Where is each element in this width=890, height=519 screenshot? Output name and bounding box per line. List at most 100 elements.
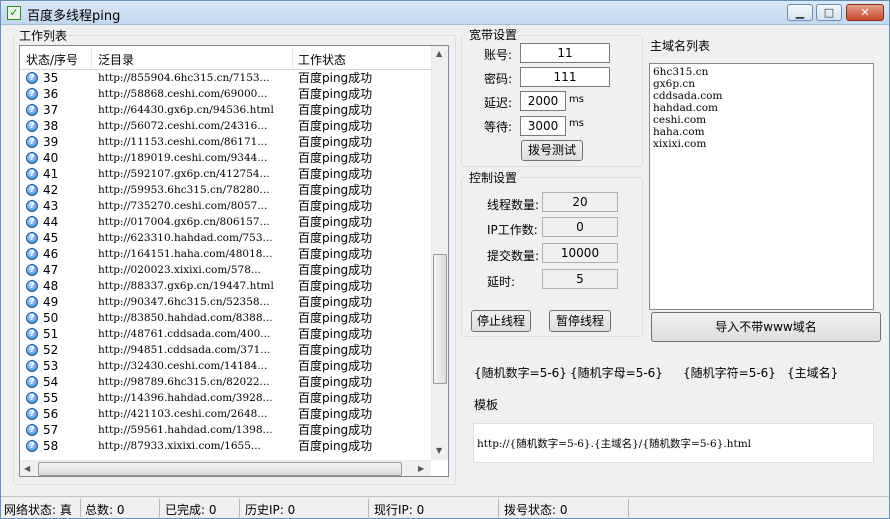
row-id: 57: [43, 423, 59, 437]
table-row[interactable]: ? 46 http://164151.haha.com/48018... 百度ping…: [20, 246, 431, 262]
domain-item: 6hc315.cn: [653, 66, 709, 78]
stop-threads-button[interactable]: 停止线程: [471, 310, 531, 332]
table-row[interactable]: ? 39 http://11153.ceshi.com/86171... 百度ping…: [20, 134, 431, 150]
row-status: 百度ping成功: [298, 295, 373, 309]
threads-field[interactable]: 20: [542, 192, 618, 212]
table-row[interactable]: ? 49 http://90347.6hc315.cn/52358... 百度ping…: [20, 294, 431, 310]
domain-item: gx6p.cn: [653, 78, 696, 90]
status-help-icon: ?: [26, 328, 38, 340]
scroll-down-icon[interactable]: ▼: [436, 446, 442, 455]
minimize-button[interactable]: ▁: [787, 4, 813, 21]
domain-list-textarea[interactable]: 6hc315.cn gx6p.cn cddsada.com hahdad.com…: [649, 63, 874, 310]
table-row[interactable]: ? 38 http://56072.ceshi.com/24316... 百度ping…: [20, 118, 431, 134]
row-url: http://87933.xixixi.com/1655...: [98, 440, 261, 452]
row-id: 35: [43, 71, 59, 85]
delay-field[interactable]: 2000: [520, 91, 566, 111]
row-url: http://56072.ceshi.com/24316...: [98, 120, 268, 132]
table-row[interactable]: ? 52 http://94851.cddsada.com/371... 百度ping…: [20, 342, 431, 358]
row-id: 50: [43, 311, 59, 325]
table-row[interactable]: ? 40 http://189019.ceshi.com/9344... 百度ping…: [20, 150, 431, 166]
table-row[interactable]: ? 56 http://421103.ceshi.com/2648... 百度ping…: [20, 406, 431, 422]
status-help-icon: ?: [26, 88, 38, 100]
status-help-icon: ?: [26, 72, 38, 84]
row-status: 百度ping成功: [298, 311, 373, 325]
table-row[interactable]: ? 54 http://98789.6hc315.cn/82022... 百度ping…: [20, 374, 431, 390]
table-row[interactable]: ? 35 http://855904.6hc315.cn/7153... 百度ping…: [20, 70, 431, 86]
row-url: http://94851.cddsada.com/371...: [98, 344, 271, 356]
domain-item: xixixi.com: [653, 138, 707, 150]
password-field[interactable]: 111: [520, 67, 610, 87]
account-label: 账号:: [484, 48, 513, 62]
window-title: 百度多线程ping: [27, 9, 121, 24]
status-divider: [80, 499, 81, 517]
password-label: 密码:: [484, 72, 513, 86]
maximize-button[interactable]: □: [816, 4, 842, 21]
row-status: 百度ping成功: [298, 407, 373, 421]
broadband-label: 宽带设置: [467, 26, 520, 43]
status-help-icon: ?: [26, 296, 38, 308]
status-current-ip: 现行IP: 0: [374, 503, 425, 517]
row-url: http://020023.xixixi.com/578...: [98, 264, 261, 276]
status-divider: [368, 499, 369, 517]
interval-field[interactable]: 5: [542, 269, 618, 289]
pause-threads-button[interactable]: 暂停线程: [549, 310, 611, 332]
table-row[interactable]: ? 58 http://87933.xixixi.com/1655... 百度ping…: [20, 438, 431, 454]
row-id: 43: [43, 199, 59, 213]
row-id: 41: [43, 167, 59, 181]
scroll-right-icon[interactable]: ▶: [418, 464, 424, 473]
table-row[interactable]: ? 51 http://48761.cddsada.com/400... 百度ping…: [20, 326, 431, 342]
header-work-status[interactable]: 工作状态: [298, 51, 346, 68]
header-divider[interactable]: [91, 48, 92, 68]
tag-random-chars[interactable]: {随机字符=5-6}: [683, 364, 776, 381]
wait-field[interactable]: 3000: [520, 116, 566, 136]
table-row[interactable]: ? 42 http://59953.6hc315.cn/78280... 百度ping…: [20, 182, 431, 198]
table-row[interactable]: ? 53 http://32430.ceshi.com/14184... 百度ping…: [20, 358, 431, 374]
horizontal-scroll-thumb[interactable]: [38, 462, 402, 476]
row-url: http://59953.6hc315.cn/78280...: [98, 184, 270, 196]
table-row[interactable]: ? 48 http://88337.gx6p.cn/19447.html 百度ping…: [20, 278, 431, 294]
horizontal-scrollbar[interactable]: ◀ ▶: [20, 460, 431, 476]
status-history-ip: 历史IP: 0: [245, 503, 296, 517]
status-help-icon: ?: [26, 120, 38, 132]
tag-main-domain[interactable]: {主域名}: [787, 364, 838, 381]
row-url: http://59561.hahdad.com/1398...: [98, 424, 273, 436]
import-domains-button[interactable]: 导入不带www域名: [651, 312, 881, 342]
domain-item: ceshi.com: [653, 114, 707, 126]
status-help-icon: ?: [26, 232, 38, 244]
dial-test-button[interactable]: 拨号测试: [521, 140, 583, 161]
table-row[interactable]: ? 36 http://58868.ceshi.com/69000... 百度ping…: [20, 86, 431, 102]
title-bar[interactable]: ✓ 百度多线程ping ▁ □ ✕: [1, 1, 889, 25]
row-url: http://421103.ceshi.com/2648...: [98, 408, 268, 420]
vertical-scroll-thumb[interactable]: [433, 254, 447, 384]
scroll-up-icon[interactable]: ▲: [436, 49, 442, 58]
row-id: 52: [43, 343, 59, 357]
vertical-scrollbar[interactable]: ▲ ▼: [431, 46, 448, 460]
table-row[interactable]: ? 47 http://020023.xixixi.com/578... 百度ping…: [20, 262, 431, 278]
row-status: 百度ping成功: [298, 263, 373, 277]
header-url[interactable]: 泛目录: [98, 51, 134, 68]
table-row[interactable]: ? 55 http://14396.hahdad.com/3928... 百度ping…: [20, 390, 431, 406]
table-row[interactable]: ? 50 http://83850.hahdad.com/8388... 百度ping…: [20, 310, 431, 326]
status-help-icon: ?: [26, 440, 38, 452]
table-row[interactable]: ? 45 http://623310.hahdad.com/753... 百度ping…: [20, 230, 431, 246]
row-status: 百度ping成功: [298, 151, 373, 165]
table-row[interactable]: ? 37 http://64430.gx6p.cn/94536.html 百度ping…: [20, 102, 431, 118]
domain-item: haha.com: [653, 126, 705, 138]
account-field[interactable]: 11: [520, 43, 610, 63]
row-url: http://017004.gx6p.cn/806157...: [98, 216, 270, 228]
work-list[interactable]: 状态/序号 泛目录 工作状态 ? 35 http://855904.6hc315.c…: [19, 45, 449, 477]
tag-random-letters[interactable]: {随机字母=5-6}: [570, 364, 663, 381]
header-divider[interactable]: [292, 48, 293, 68]
ip-count-field[interactable]: 0: [542, 217, 618, 237]
submit-count-field[interactable]: 10000: [542, 243, 618, 263]
header-status-id[interactable]: 状态/序号: [26, 51, 78, 68]
table-row[interactable]: ? 57 http://59561.hahdad.com/1398... 百度ping…: [20, 422, 431, 438]
tag-random-digits[interactable]: {随机数字=5-6}: [474, 364, 567, 381]
table-row[interactable]: ? 43 http://735270.ceshi.com/8057... 百度ping…: [20, 198, 431, 214]
close-button[interactable]: ✕: [846, 4, 884, 21]
table-row[interactable]: ? 41 http://592107.gx6p.cn/412754... 百度ping…: [20, 166, 431, 182]
table-row[interactable]: ? 44 http://017004.gx6p.cn/806157... 百度ping…: [20, 214, 431, 230]
template-input[interactable]: http://{随机数字=5-6}.{主域名}/{随机数字=5-6}.html: [473, 423, 874, 463]
scroll-left-icon[interactable]: ◀: [24, 464, 30, 473]
status-divider: [498, 499, 499, 517]
